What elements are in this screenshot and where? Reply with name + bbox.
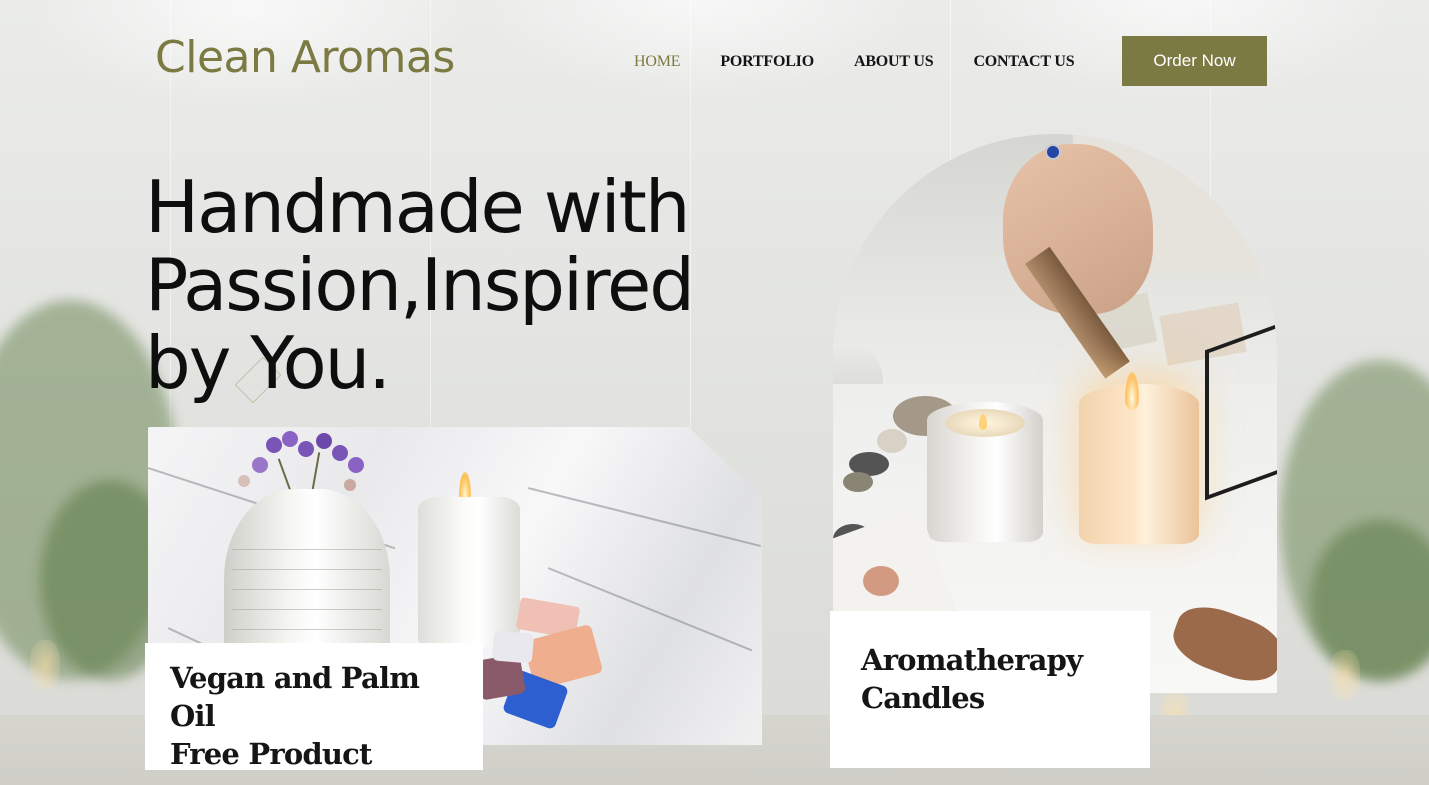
aromatherapy-candles-card[interactable]: Aromatherapy Candles <box>830 611 1150 768</box>
card-title-line: Candles <box>861 681 985 715</box>
brand-logo[interactable]: Clean Aromas <box>155 32 455 83</box>
hero-title-line: Passion,Inspired <box>145 243 695 327</box>
card-title: Aromatherapy Candles <box>861 641 1126 717</box>
card-title-line: Aromatherapy <box>861 643 1083 677</box>
nav-item-contact-us[interactable]: CONTACT US <box>973 53 1074 71</box>
candle-lighting-arch-image <box>833 134 1277 693</box>
card-title: Vegan and Palm Oil Free Product <box>170 659 459 773</box>
main-nav: HOME PORTFOLIO ABOUT US CONTACT US <box>634 53 1114 71</box>
hero-title-line: Handmade with <box>145 165 691 249</box>
vegan-product-card[interactable]: Vegan and Palm Oil Free Product <box>145 643 483 773</box>
order-now-button[interactable]: Order Now <box>1122 36 1267 86</box>
hero-title-line: by You. <box>145 321 391 405</box>
nav-item-about-us[interactable]: ABOUT US <box>854 53 934 71</box>
nav-item-home[interactable]: HOME <box>634 53 681 71</box>
card-title-line: Free Product <box>170 737 372 771</box>
nav-item-portfolio[interactable]: PORTFOLIO <box>720 53 814 71</box>
hero-title: Handmade with Passion,Inspired by You. <box>145 168 745 402</box>
card-title-line: Vegan and Palm Oil <box>170 661 420 733</box>
